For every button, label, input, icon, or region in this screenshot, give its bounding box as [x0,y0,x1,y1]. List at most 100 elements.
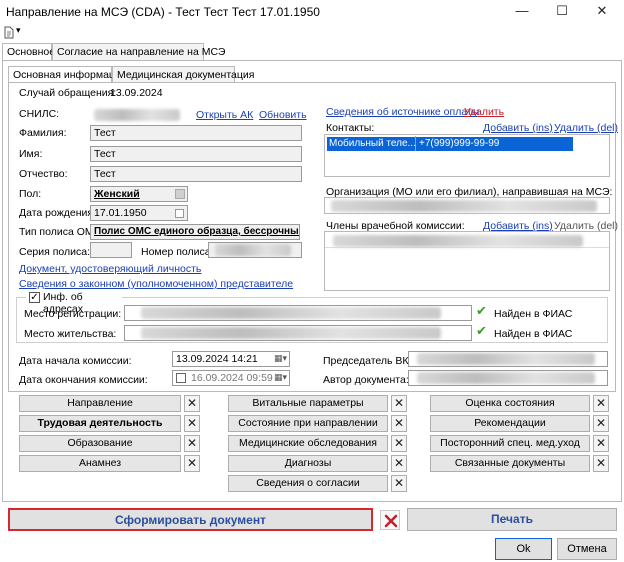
clear-vitals-button[interactable]: ✕ [391,395,407,412]
section-referral-button[interactable]: Направление [19,395,181,412]
contact-value: +7(999)999-99-99 [419,138,500,149]
patronymic-field[interactable]: Тест [90,166,302,182]
name-field[interactable]: Тест [90,146,302,162]
cancel-button[interactable]: Отмена [557,538,617,560]
registration-redacted [141,307,441,319]
policy-number-field[interactable] [208,242,302,258]
clear-examinations-button[interactable]: ✕ [391,435,407,452]
red-close-icon [384,514,398,528]
print-button[interactable]: Печать [407,508,617,531]
organization-field[interactable] [324,197,610,214]
surname-field[interactable]: Тест [90,125,302,141]
fias-check-icon: ✔ [476,323,487,338]
window-title: Направление на МСЭ (CDA) - Тест Тест Тес… [6,5,320,19]
minimize-button[interactable]: — [502,0,542,24]
contact-type: Мобильный теле... [329,138,416,149]
policy-number-redacted [215,244,291,256]
case-date: 13.09.2024 [110,87,163,99]
clear-employment-button[interactable]: ✕ [184,415,200,432]
clear-diagnoses-button[interactable]: ✕ [391,455,407,472]
clear-related-docs-button[interactable]: ✕ [593,455,609,472]
residence-fias-status: Найден в ФИАС [494,328,573,340]
clear-condition-button[interactable]: ✕ [391,415,407,432]
refresh-link[interactable]: Обновить [259,109,307,121]
policy-type-select[interactable]: Полис ОМС единого образца, бессрочный [90,224,300,240]
section-recommendations-button[interactable]: Рекомендации [430,415,590,432]
calendar-dropdown-icon: ▦▾ [273,353,287,363]
commission-row[interactable] [325,234,609,248]
chairman-label: Председатель ВК: [323,355,412,367]
address-checkbox[interactable]: ✓ [29,292,40,303]
clear-external-care-button[interactable]: ✕ [593,435,609,452]
section-vitals-button[interactable]: Витальные параметры [228,395,388,412]
commission-member-redacted [333,235,583,247]
contacts-label: Контакты: [326,122,375,134]
payment-delete-link[interactable]: Удалить [464,106,504,118]
clear-assessment-button[interactable]: ✕ [593,395,609,412]
policy-number-label: Номер полиса: [141,246,214,258]
section-external-care-button[interactable]: Посторонний спец. мед.уход [430,435,590,452]
section-condition-button[interactable]: Состояние при направлении [228,415,388,432]
end-date-field[interactable]: 16.09.2024 09:59 ▦▾ [172,370,290,386]
section-assessment-button[interactable]: Оценка состояния [430,395,590,412]
end-date-checkbox[interactable] [176,373,186,383]
birth-date-field[interactable]: 17.01.1950 [90,205,188,221]
legal-rep-link[interactable]: Сведения о законном (уполномоченном) пре… [19,278,293,290]
author-field[interactable] [408,370,608,386]
gender-select[interactable]: Женский [90,186,188,202]
registration-fias-status: Найден в ФИАС [494,308,573,320]
start-date-label: Дата начала комиссии: [19,355,132,367]
registration-field[interactable] [124,305,472,321]
open-ak-link[interactable]: Открыть АК [196,109,253,121]
generate-document-button[interactable]: Сформировать документ [8,508,373,531]
section-related-docs-button[interactable]: Связанные документы [430,455,590,472]
document-menu-button[interactable]: ▾ [4,25,26,40]
contacts-delete-link[interactable]: Удалить (del) [554,122,618,134]
policy-series-label: Серия полиса: [19,246,91,258]
address-group-header: ✓ Инф. об адресах [26,291,122,315]
clear-education-button[interactable]: ✕ [184,435,200,452]
section-education-button[interactable]: Образование [19,435,181,452]
section-anamnesis-button[interactable]: Анамнез [19,455,181,472]
ok-button[interactable]: Ok [495,538,552,560]
residence-redacted [141,327,441,339]
dropdown-icon [175,189,185,199]
clear-consent-button[interactable]: ✕ [391,475,407,492]
payment-source-link[interactable]: Сведения об источнике оплаты [326,106,479,118]
residence-field[interactable] [124,325,472,341]
maximize-button[interactable]: ☐ [542,0,582,24]
start-date-value: 13.09.2024 14:21 [176,353,258,365]
policy-series-field[interactable] [90,242,132,258]
case-label: Случай обращения: [19,87,117,99]
contacts-add-link[interactable]: Добавить (ins) [483,122,553,134]
identity-doc-link[interactable]: Документ, удостоверяющий личность [19,263,201,275]
commission-list[interactable] [324,231,610,291]
birth-label: Дата рождения: [19,207,96,219]
chevron-down-icon: ▾ [16,25,21,35]
section-employment-button[interactable]: Трудовая деятельность [19,415,181,432]
name-label: Имя: [19,148,43,160]
toolbar: ▾ [0,24,624,42]
chairman-field[interactable] [408,351,608,367]
section-examinations-button[interactable]: Медицинские обследования [228,435,388,452]
calendar-checkbox-icon [175,209,184,218]
end-date-label: Дата окончания комиссии: [19,374,148,386]
contacts-list[interactable]: Мобильный теле... +7(999)999-99-99 [324,134,610,177]
snils-label: СНИЛС: [19,108,60,120]
author-label: Автор документа: [323,374,409,386]
tab-consent[interactable]: Согласие на направление на МСЭ [52,43,225,61]
patronymic-label: Отчество: [19,168,68,180]
surname-label: Фамилия: [19,127,67,139]
clear-recommendations-button[interactable]: ✕ [593,415,609,432]
clear-referral-button[interactable]: ✕ [184,395,200,412]
registration-label: Место регистрации: [24,308,122,320]
section-diagnoses-button[interactable]: Диагнозы [228,455,388,472]
close-button[interactable]: ✕ [582,0,622,24]
end-date-value: 16.09.2024 09:59 [191,372,273,384]
clear-anamnesis-button[interactable]: ✕ [184,455,200,472]
section-consent-button[interactable]: Сведения о согласии [228,475,388,492]
contact-row-selected[interactable]: Мобильный теле... +7(999)999-99-99 [327,136,573,151]
cancel-generate-button[interactable] [380,510,400,530]
start-date-field[interactable]: 13.09.2024 14:21 ▦▾ [172,351,290,367]
gender-label: Пол: [19,188,42,200]
